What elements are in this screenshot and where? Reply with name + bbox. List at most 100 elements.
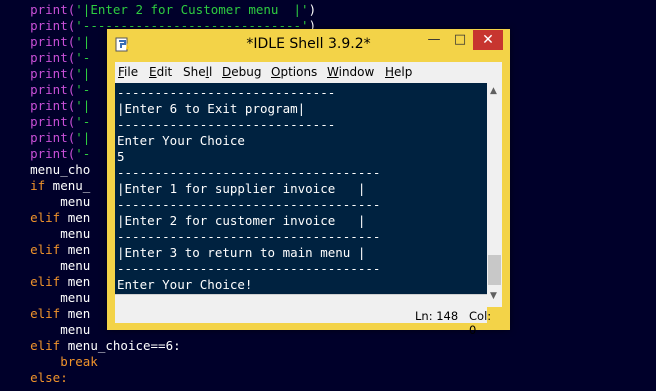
- code-token: '|: [75, 66, 91, 81]
- shell-output-line: -----------------------------------: [117, 165, 381, 180]
- menu-item-label: indow: [338, 65, 375, 79]
- code-line: menu: [0, 226, 90, 242]
- shell-output-line: -----------------------------------: [117, 261, 381, 276]
- code-token: print(: [0, 34, 76, 49]
- code-token: '|: [75, 34, 91, 49]
- code-line: print('-: [0, 114, 90, 130]
- column-number: Col: 0: [469, 309, 492, 337]
- scroll-up-icon[interactable]: ▲: [490, 86, 497, 96]
- code-line: if menu_: [0, 178, 90, 194]
- code-line: else:: [0, 370, 68, 386]
- shell-output-line: -----------------------------: [117, 85, 336, 100]
- menu-item[interactable]: Help: [385, 65, 412, 79]
- idle-shell-window: *IDLE Shell 3.9.2* — □ ✕ File Edit Shell De…: [107, 29, 510, 337]
- vertical-scrollbar[interactable]: ▲ ▼: [487, 83, 502, 307]
- code-token: menu: [0, 290, 91, 305]
- code-token: men: [60, 242, 91, 257]
- code-token: menu: [0, 258, 91, 273]
- code-token: print(: [0, 66, 76, 81]
- code-token: menu_: [45, 178, 91, 193]
- code-token: menu_cho: [0, 162, 91, 177]
- code-token: print(: [0, 50, 76, 65]
- menu-item[interactable]: Edit: [149, 65, 172, 79]
- code-line: menu: [0, 258, 90, 274]
- code-token: men: [60, 210, 91, 225]
- menu-item-label: dit: [156, 65, 173, 79]
- code-token: men: [60, 274, 91, 289]
- shell-output-line: |Enter 3 to return to main menu |: [117, 245, 366, 260]
- code-line: print('-: [0, 146, 90, 162]
- code-line: print('|: [0, 66, 90, 82]
- code-token: '-: [75, 114, 91, 129]
- code-line: elif menu_choice==6:: [0, 338, 181, 354]
- code-token: '-: [75, 146, 91, 161]
- code-token: '-: [75, 82, 91, 97]
- status-bar: Ln: 148 Col: 0: [115, 294, 491, 337]
- code-token: print(: [0, 82, 76, 97]
- code-line: print('|: [0, 34, 90, 50]
- code-token: menu_choice==6:: [60, 338, 181, 353]
- code-line: elif men: [0, 306, 90, 322]
- code-token: print(: [0, 114, 76, 129]
- code-token: print(: [0, 18, 76, 33]
- code-token: print(: [0, 98, 76, 113]
- menu-item[interactable]: Options: [271, 65, 317, 79]
- menu-item-accesskey: D: [222, 65, 232, 79]
- menu-item-label: l: [208, 65, 213, 79]
- code-line: print('-: [0, 82, 90, 98]
- shell-output[interactable]: ----------------------------- |Enter 6 to…: [115, 83, 487, 294]
- code-token: print(: [0, 130, 76, 145]
- code-line: print('|: [0, 98, 90, 114]
- menu-item[interactable]: Debug: [222, 65, 261, 79]
- line-number: Ln: 148: [415, 309, 459, 323]
- menu-item-accesskey: H: [385, 65, 395, 79]
- code-line: elif men: [0, 210, 90, 226]
- code-token: menu: [0, 322, 91, 337]
- menu-item[interactable]: File: [118, 65, 138, 79]
- shell-output-line: -----------------------------------: [117, 229, 381, 244]
- shell-output-line: |Enter 2 for customer invoice |: [117, 213, 366, 228]
- code-token: print(: [0, 146, 76, 161]
- shell-output-line: |Enter 1 for supplier invoice |: [117, 181, 366, 196]
- scroll-down-icon[interactable]: ▼: [490, 291, 497, 301]
- menu-item[interactable]: Window: [327, 65, 374, 79]
- menu-item-label: ptions: [280, 65, 318, 79]
- menu-item-label: elp: [394, 65, 413, 79]
- code-line: print('|Enter 2 for Customer menu |'): [0, 2, 316, 18]
- code-line: elif men: [0, 242, 90, 258]
- code-token: elif: [0, 306, 61, 321]
- code-line: print('|: [0, 130, 90, 146]
- code-token: print(: [0, 2, 76, 17]
- shell-output-line: -----------------------------: [117, 117, 336, 132]
- code-token: if: [0, 178, 46, 193]
- code-token: break: [0, 354, 98, 369]
- code-token: menu: [0, 194, 91, 209]
- menu-item-label: ile: [124, 65, 139, 79]
- code-token: menu: [0, 226, 91, 241]
- close-button[interactable]: ✕: [473, 30, 503, 50]
- code-line: menu_cho: [0, 162, 90, 178]
- code-line: menu: [0, 290, 90, 306]
- code-token: else:: [0, 370, 68, 385]
- code-line: break: [0, 354, 98, 370]
- code-token: '|Enter 2 for Customer menu |': [75, 2, 309, 17]
- code-token: '|: [75, 98, 91, 113]
- menu-item[interactable]: Shell: [183, 65, 212, 79]
- maximize-button[interactable]: □: [447, 30, 473, 50]
- menu-bar: File Edit Shell Debug Options Window Help: [115, 62, 502, 83]
- menu-item-label: ebug: [231, 65, 262, 79]
- code-line: elif men: [0, 274, 90, 290]
- shell-output-line: |Enter 6 to Exit program|: [117, 101, 306, 116]
- scroll-thumb[interactable]: [488, 255, 501, 285]
- title-bar[interactable]: *IDLE Shell 3.9.2* — □ ✕: [107, 29, 510, 61]
- code-token: elif: [0, 338, 61, 353]
- code-line: menu: [0, 194, 90, 210]
- code-line: print('-: [0, 50, 90, 66]
- shell-output-line: Enter Your Choice!: [117, 277, 253, 292]
- code-token: '-: [75, 50, 91, 65]
- menu-item-accesskey: E: [149, 65, 157, 79]
- menu-item-accesskey: W: [327, 65, 339, 79]
- code-token: elif: [0, 242, 61, 257]
- code-token: elif: [0, 274, 61, 289]
- minimize-button[interactable]: —: [421, 30, 447, 50]
